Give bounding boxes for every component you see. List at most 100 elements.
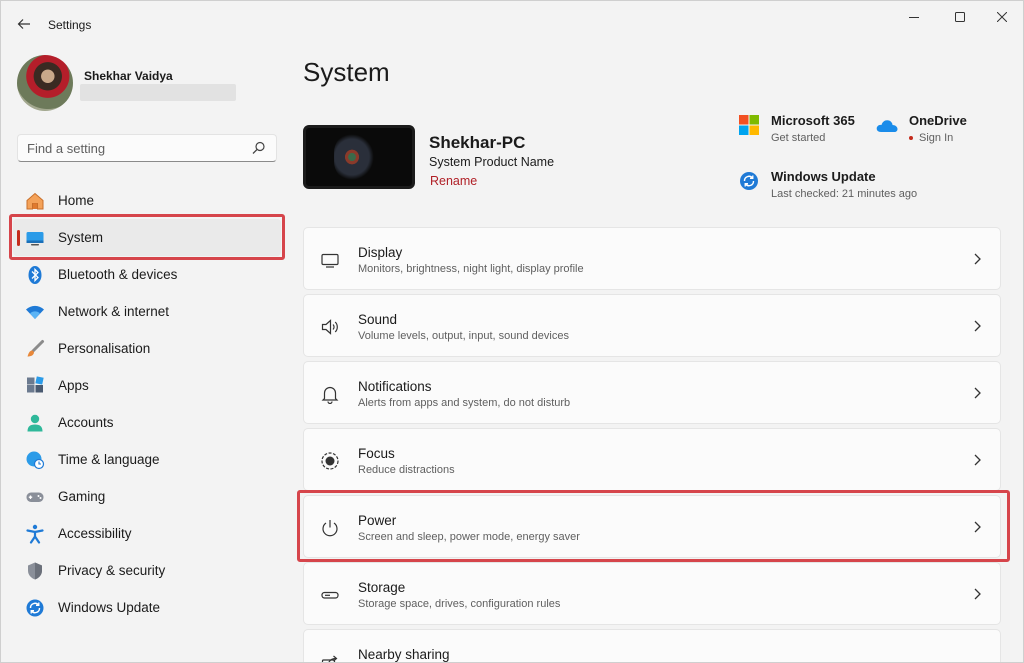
card-subtitle: Alerts from apps and system, do not dist… (358, 397, 571, 409)
chevron-right-icon (974, 320, 981, 332)
sidebar-item-network[interactable]: Network & internet (13, 293, 281, 330)
microsoft-365-tile[interactable]: Microsoft 365 Get started (737, 113, 855, 144)
onedrive-title: OneDrive (909, 113, 967, 128)
sidebar-item-accessibility[interactable]: Accessibility (13, 515, 281, 552)
accessibility-icon (24, 523, 46, 545)
wifi-icon (24, 301, 46, 323)
sidebar-item-label: Gaming (58, 489, 106, 504)
sidebar-item-time-language[interactable]: Time & language (13, 441, 281, 478)
sidebar-item-label: Accounts (58, 415, 114, 430)
card-subtitle: Volume levels, output, input, sound devi… (358, 330, 569, 342)
sidebar-item-system[interactable]: System (13, 219, 281, 256)
shield-icon (24, 560, 46, 582)
sidebar-item-label: Accessibility (58, 526, 132, 541)
avatar[interactable] (17, 55, 73, 111)
update-icon (737, 169, 761, 193)
sidebar-item-label: Network & internet (58, 304, 170, 319)
accounts-icon (24, 412, 46, 434)
onedrive-tile[interactable]: OneDrive Sign In (875, 113, 967, 144)
device-name: Shekhar-PC (429, 133, 526, 152)
card-title: Power (358, 513, 397, 528)
device-model: System Product Name (429, 155, 555, 169)
sidebar-nav: Home System Bluetooth & devices Network … (13, 182, 281, 626)
sidebar-item-label: Windows Update (58, 600, 161, 615)
microsoft-logo-icon (737, 113, 761, 137)
status-dot (909, 136, 913, 141)
power-icon (318, 516, 342, 540)
monitor-icon (318, 248, 342, 272)
search-icon[interactable] (252, 141, 266, 155)
system-icon (24, 227, 46, 249)
storage-icon (318, 583, 342, 607)
sidebar-item-label: Bluetooth & devices (58, 267, 178, 282)
speaker-icon (318, 315, 342, 339)
card-focus[interactable]: Focus Reduce distractions (303, 428, 1001, 491)
sidebar-item-bluetooth[interactable]: Bluetooth & devices (13, 256, 281, 293)
microsoft-365-title: Microsoft 365 (771, 113, 855, 128)
settings-window: Settings Shekhar Vaidya Home (0, 0, 1024, 663)
share-icon (318, 650, 342, 662)
card-notifications[interactable]: Notifications Alerts from apps and syste… (303, 361, 1001, 424)
settings-search[interactable] (17, 134, 277, 162)
home-icon (24, 190, 46, 212)
sidebar-item-gaming[interactable]: Gaming (13, 478, 281, 515)
onedrive-subtitle[interactable]: Sign In (909, 132, 967, 144)
card-title: Sound (358, 312, 398, 327)
bluetooth-icon (24, 264, 46, 286)
card-power[interactable]: Power Screen and sleep, power mode, ener… (303, 495, 1001, 558)
minimize-icon (909, 17, 919, 18)
card-title: Focus (358, 446, 395, 461)
sidebar-item-personalisation[interactable]: Personalisation (13, 330, 281, 367)
card-title: Nearby sharing (358, 647, 450, 662)
app-title: Settings (48, 18, 92, 32)
card-sound[interactable]: Sound Volume levels, output, input, soun… (303, 294, 1001, 357)
user-name: Shekhar Vaidya (84, 69, 173, 83)
page-title: System (303, 57, 390, 87)
sidebar-item-label: Privacy & security (58, 563, 166, 578)
focus-icon (318, 449, 342, 473)
chevron-right-icon (974, 387, 981, 399)
wallpaper-image (334, 134, 374, 180)
card-subtitle: Storage space, drives, configuration rul… (358, 598, 561, 610)
sidebar-item-windows-update[interactable]: Windows Update (13, 589, 281, 626)
minimize-button[interactable] (894, 5, 934, 29)
card-subtitle: Monitors, brightness, night light, displ… (358, 263, 584, 275)
back-button[interactable] (11, 11, 37, 37)
onedrive-cloud-icon (875, 113, 899, 137)
active-indicator (17, 230, 20, 246)
close-icon (997, 12, 1007, 22)
windows-update-tile[interactable]: Windows Update Last checked: 21 minutes … (737, 169, 917, 200)
apps-icon (24, 375, 46, 397)
update-icon (24, 597, 46, 619)
back-arrow-icon (17, 19, 30, 29)
sidebar-item-label: Home (58, 193, 95, 208)
maximize-button[interactable] (940, 5, 980, 29)
chevron-right-icon (974, 521, 981, 533)
settings-list: Display Monitors, brightness, night ligh… (303, 227, 1001, 662)
clock-globe-icon (24, 449, 46, 471)
sidebar-item-label: Apps (58, 378, 89, 393)
chevron-right-icon (974, 588, 981, 600)
card-subtitle: Screen and sleep, power mode, energy sav… (358, 531, 580, 543)
card-nearby-sharing[interactable]: Nearby sharing (303, 629, 1001, 662)
sidebar-item-accounts[interactable]: Accounts (13, 404, 281, 441)
microsoft-365-subtitle[interactable]: Get started (771, 132, 855, 144)
card-storage[interactable]: Storage Storage space, drives, configura… (303, 562, 1001, 625)
close-button[interactable] (982, 5, 1022, 29)
windows-update-title: Windows Update (771, 169, 876, 184)
onedrive-signin-text: Sign In (919, 132, 954, 144)
rename-link[interactable]: Rename (430, 174, 477, 188)
bell-icon (318, 382, 342, 406)
device-wallpaper-thumbnail (303, 125, 415, 189)
sidebar-item-apps[interactable]: Apps (13, 367, 281, 404)
sidebar-item-privacy-security[interactable]: Privacy & security (13, 552, 281, 589)
chevron-right-icon (974, 454, 981, 466)
gamepad-icon (24, 486, 46, 508)
sidebar-item-label: System (58, 230, 104, 245)
card-display[interactable]: Display Monitors, brightness, night ligh… (303, 227, 1001, 290)
windows-update-subtitle: Last checked: 21 minutes ago (771, 188, 918, 200)
search-input[interactable] (18, 140, 238, 156)
maximize-icon (955, 12, 965, 22)
brush-icon (24, 338, 46, 360)
sidebar-item-home[interactable]: Home (13, 182, 281, 219)
